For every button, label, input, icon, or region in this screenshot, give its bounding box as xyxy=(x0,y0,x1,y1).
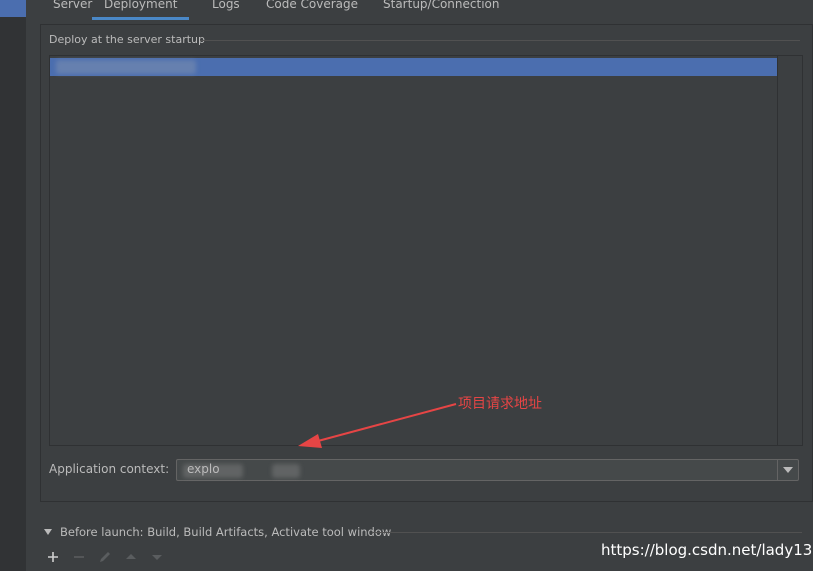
tab-deployment[interactable]: Deployment xyxy=(92,0,190,20)
redacted-artifact-name xyxy=(56,60,196,74)
collapse-triangle-icon[interactable] xyxy=(44,529,52,535)
left-sidebar xyxy=(0,0,26,571)
tab-server[interactable]: Server xyxy=(53,0,92,17)
list-item[interactable] xyxy=(50,58,777,76)
application-context-label: Application context: xyxy=(49,462,170,476)
application-context-value: explo xyxy=(187,462,220,476)
redacted-context-suffix xyxy=(272,464,300,478)
chevron-down-icon[interactable] xyxy=(777,460,798,480)
deploy-artifact-list[interactable] xyxy=(50,56,778,445)
watermark: https://blog.csdn.net/lady132 xyxy=(601,541,813,559)
tab-logs[interactable]: Logs xyxy=(212,0,240,17)
edit-icon[interactable] xyxy=(97,549,113,565)
application-context-combo[interactable]: explo xyxy=(176,459,799,481)
tab-startup-connection[interactable]: Startup/Connection xyxy=(383,0,499,17)
add-icon[interactable] xyxy=(45,549,61,565)
remove-icon[interactable] xyxy=(71,549,87,565)
deploy-list-container xyxy=(49,55,803,446)
tab-code-coverage[interactable]: Code Coverage xyxy=(266,0,358,17)
left-sidebar-selected-item[interactable] xyxy=(0,0,26,17)
move-up-icon[interactable] xyxy=(123,549,139,565)
move-down-icon[interactable] xyxy=(149,549,165,565)
before-launch-label: Before launch: Build, Build Artifacts, A… xyxy=(60,525,392,539)
before-launch-header[interactable]: Before launch: Build, Build Artifacts, A… xyxy=(40,525,391,539)
before-launch-divider xyxy=(372,532,802,533)
deploy-group-title: Deploy at the server startup xyxy=(49,33,206,46)
annotation-text: 项目请求地址 xyxy=(458,396,542,412)
group-divider xyxy=(200,40,800,41)
